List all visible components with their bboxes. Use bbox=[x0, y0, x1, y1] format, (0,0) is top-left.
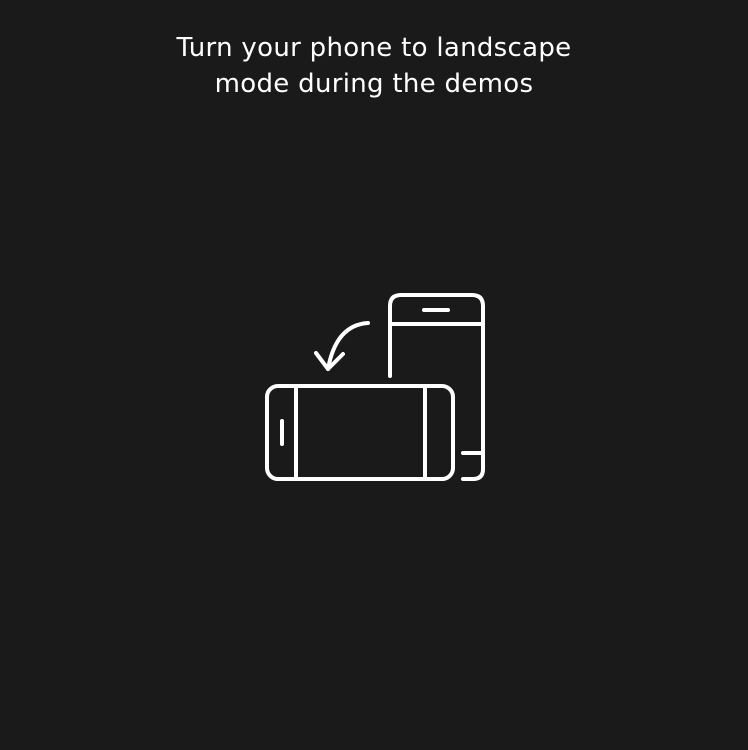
instruction-line-2: mode during the demos bbox=[214, 69, 534, 99]
rotate-device-screen: Turn your phone to landscape mode during… bbox=[0, 0, 748, 750]
instruction-line-1: Turn your phone to landscape bbox=[176, 33, 572, 63]
rotate-instruction-text: Turn your phone to landscape mode during… bbox=[0, 30, 748, 102]
rotate-phone-icon bbox=[265, 293, 485, 481]
